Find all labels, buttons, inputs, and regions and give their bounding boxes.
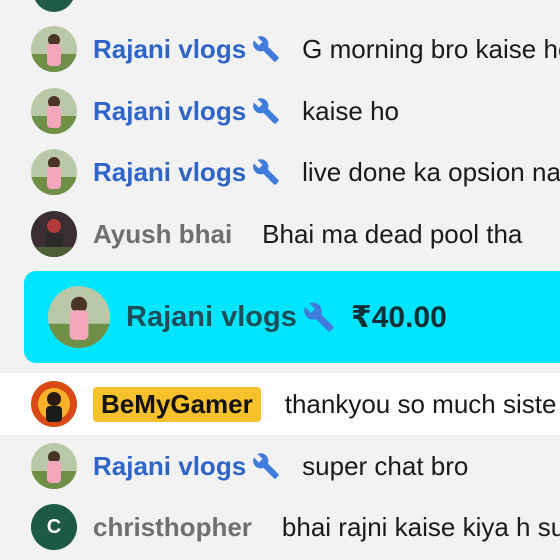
wrench-icon xyxy=(253,453,279,479)
wrench-icon xyxy=(253,159,279,185)
member-badge-name[interactable]: BeMyGamer xyxy=(93,386,261,422)
chat-message: Rajani vlogs G morning bro kaise ho xyxy=(0,18,560,80)
avatar[interactable] xyxy=(31,381,77,427)
chat-message: Rajani vlogs super chat bro xyxy=(0,435,560,497)
avatar[interactable] xyxy=(31,88,77,134)
chat-message: BeMyGamer thankyou so much siste xyxy=(0,373,560,435)
chat-message: Ayush bhai Bhai ma dead pool tha xyxy=(0,203,560,265)
avatar[interactable] xyxy=(31,149,77,195)
author-name[interactable]: Rajani vlogs xyxy=(93,34,246,65)
wrench-icon xyxy=(304,302,334,332)
author-name[interactable]: christhopher xyxy=(93,512,252,543)
avatar[interactable]: C xyxy=(31,504,77,550)
avatar[interactable] xyxy=(31,211,77,257)
message-text: Bhai ma dead pool tha xyxy=(262,218,523,249)
super-chat-author[interactable]: Rajani vlogs xyxy=(126,301,297,334)
avatar[interactable] xyxy=(31,443,77,489)
avatar xyxy=(33,0,75,12)
super-chat-message[interactable]: Rajani vlogs ₹40.00 xyxy=(24,271,560,363)
message-text: live done ka opsion na xyxy=(302,156,560,187)
wrench-icon xyxy=(253,36,279,62)
author-name[interactable]: Rajani vlogs xyxy=(93,157,246,188)
message-text: bhai rajni kaise kiya h sup xyxy=(281,511,560,542)
wrench-icon xyxy=(253,98,279,124)
avatar[interactable] xyxy=(48,286,110,348)
chat-message: Rajani vlogs kaise ho xyxy=(0,80,560,142)
chat-message: C christhopher bhai rajni kaise kiya h s… xyxy=(0,496,560,558)
message-text: thankyou so much siste xyxy=(284,388,557,419)
chat-message: Rajani vlogs live done ka opsion na xyxy=(0,141,560,203)
message-text: super chat bro xyxy=(302,450,469,481)
message-text: G morning bro kaise ho xyxy=(302,33,560,64)
author-name[interactable]: Rajani vlogs xyxy=(93,451,246,482)
author-name[interactable]: Rajani vlogs xyxy=(93,96,246,127)
message-text: kaise ho xyxy=(302,95,399,126)
avatar[interactable] xyxy=(31,26,77,72)
author-name[interactable]: Ayush bhai xyxy=(93,219,232,250)
super-chat-amount: ₹40.00 xyxy=(350,300,447,334)
chat-message-partial xyxy=(0,0,560,18)
